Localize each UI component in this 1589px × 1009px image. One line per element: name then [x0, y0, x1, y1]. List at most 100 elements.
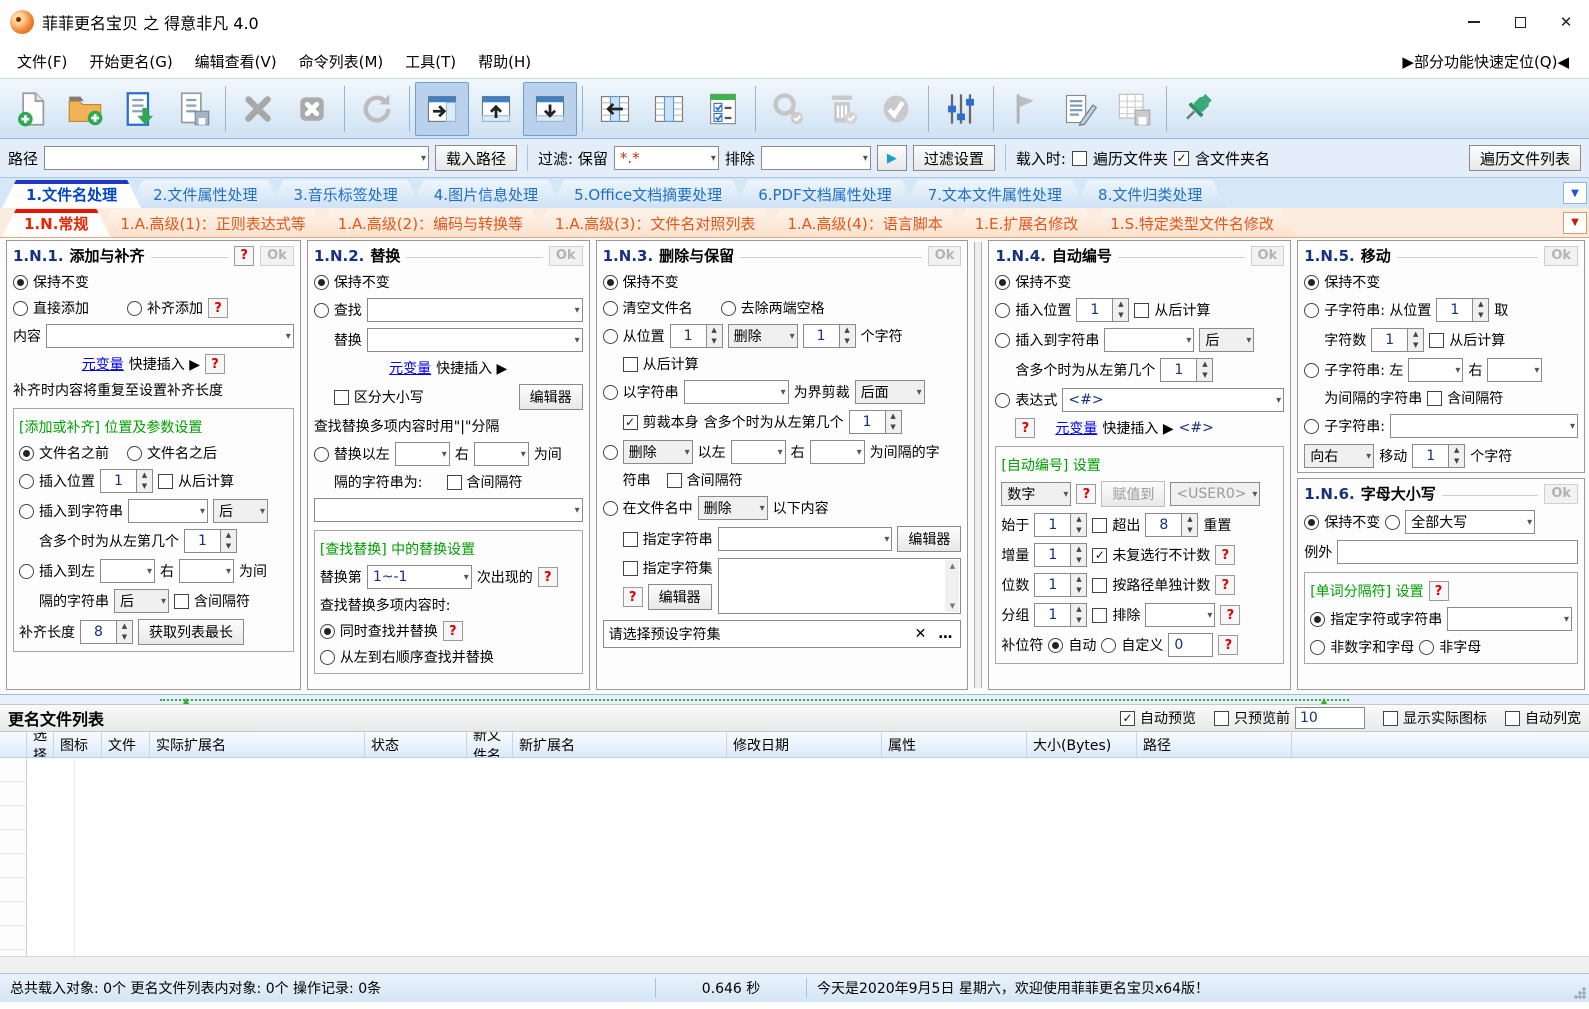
nth-occurrence-stepper[interactable]: 1 ▲ ▼ — [1160, 358, 1214, 382]
column-header[interactable]: 实际扩展名 — [150, 732, 365, 757]
table-save-button[interactable] — [1107, 82, 1161, 136]
right-sep-combobox[interactable]: ▾ — [179, 559, 234, 583]
column-header[interactable]: 新扩展名 — [513, 732, 727, 757]
include-separator-checkbox[interactable] — [1427, 390, 1443, 406]
nth-combobox[interactable]: 1~-1 ▾ — [366, 565, 472, 589]
count-from-end-checkbox[interactable] — [1134, 302, 1150, 318]
position-stepper[interactable]: 1 ▲ ▼ — [100, 469, 153, 493]
insert-at-string-radio[interactable] — [19, 503, 34, 519]
find-combobox[interactable]: ▾ — [366, 298, 583, 322]
substring-between-radio[interactable] — [1304, 362, 1320, 378]
string-combobox[interactable]: ▾ — [1104, 328, 1195, 352]
quick-locate-menu[interactable]: ▶部分功能快速定位(Q)◀ — [1402, 51, 1583, 72]
column-header[interactable]: 新文件名 — [467, 732, 513, 757]
panel-right-toggle[interactable] — [415, 81, 469, 136]
keep-unchanged-radio[interactable] — [995, 274, 1011, 290]
ok-button[interactable]: Ok — [548, 245, 583, 266]
add-file-button[interactable] — [4, 82, 58, 136]
search-confirm-button[interactable] — [761, 82, 815, 136]
after-name-radio[interactable] — [127, 445, 142, 461]
meta-variable-link[interactable]: 元变量 — [1055, 418, 1097, 438]
left-sep-combobox[interactable]: ▾ — [394, 442, 450, 466]
load-list-button[interactable] — [112, 82, 166, 136]
column-header[interactable]: 大小(Bytes) — [1027, 732, 1137, 757]
between-value-combobox[interactable]: ▾ — [313, 498, 583, 522]
vertical-splitter[interactable] — [974, 242, 983, 688]
trim-spaces-radio[interactable] — [720, 300, 736, 316]
include-folder-name-checkbox[interactable] — [1173, 150, 1189, 166]
count-from-end-checkbox[interactable] — [622, 356, 638, 372]
exclude-checkbox[interactable] — [1092, 607, 1108, 623]
tab-item[interactable]: 1.E.扩展名修改 — [953, 209, 1101, 237]
char-count-stepper[interactable]: 1 ▲ ▼ — [1371, 328, 1425, 352]
editor-button[interactable]: 编辑器 — [897, 526, 962, 552]
tab-item[interactable]: 2.文件属性处理 — [129, 180, 281, 208]
right-sep-combobox[interactable]: ▾ — [1487, 358, 1543, 382]
non-alnum-radio[interactable] — [1310, 639, 1326, 655]
left-sep-combobox[interactable]: ▾ — [1408, 358, 1464, 382]
help-button[interactable]: ? — [537, 567, 558, 587]
non-alpha-radio[interactable] — [1419, 639, 1435, 655]
include-separator-checkbox[interactable] — [446, 474, 462, 490]
resize-grip[interactable] — [1574, 987, 1586, 999]
flag-button[interactable] — [999, 82, 1053, 136]
ok-button[interactable]: Ok — [1544, 483, 1579, 504]
auto-pad-radio[interactable] — [1048, 637, 1064, 653]
keep-unchanged-radio[interactable] — [1304, 274, 1320, 290]
case-sensitive-checkbox[interactable] — [333, 389, 349, 405]
left-sep-combobox[interactable]: ▾ — [730, 440, 786, 464]
specify-string-checkbox[interactable] — [622, 531, 638, 547]
expression-radio[interactable] — [995, 392, 1011, 408]
right-sep-combobox[interactable]: ▾ — [473, 442, 529, 466]
remove-button[interactable] — [231, 82, 285, 136]
left-sep-combobox[interactable]: ▾ — [100, 559, 155, 583]
editor-button[interactable]: 编辑器 — [518, 384, 583, 410]
cut-self-checkbox[interactable] — [622, 414, 638, 430]
insert-at-string-radio[interactable] — [995, 332, 1011, 348]
save-list-button[interactable] — [166, 82, 220, 136]
auto-preview-checkbox[interactable] — [1120, 710, 1135, 726]
tab-item[interactable]: 3.音乐标签处理 — [269, 180, 421, 208]
column-header[interactable]: 选择 — [27, 732, 54, 757]
keep-unchanged-radio[interactable] — [313, 274, 329, 290]
assign-to-button[interactable]: 赋值到 — [1101, 481, 1166, 507]
column-header[interactable]: 路径 — [1137, 732, 1292, 757]
traverse-folders-checkbox[interactable] — [1071, 150, 1087, 166]
load-path-button[interactable]: 载入路径 — [435, 145, 518, 171]
help-button[interactable]: ? — [1428, 581, 1449, 601]
string-combobox[interactable]: ▾ — [128, 499, 208, 523]
custom-pad-radio[interactable] — [1101, 637, 1117, 653]
column-header[interactable]: 修改日期 — [727, 732, 882, 757]
delete-mode2-combobox[interactable]: 删除 ▾ — [622, 440, 693, 464]
start-stepper[interactable]: 1 ▲ ▼ — [1034, 513, 1088, 537]
add-folder-button[interactable] — [58, 82, 112, 136]
menu-item[interactable]: 帮助(H) — [467, 49, 542, 75]
position-stepper[interactable]: 1 ▲ ▼ — [669, 324, 723, 348]
exceed-checkbox[interactable] — [1092, 517, 1108, 533]
include-separator-checkbox[interactable] — [666, 472, 682, 488]
preview-first-checkbox[interactable] — [1214, 710, 1229, 726]
trash-confirm-button[interactable] — [815, 82, 869, 136]
delete-between-radio[interactable] — [602, 444, 618, 460]
apply-filter-icon[interactable]: ▶ — [876, 145, 907, 171]
maximize-button[interactable] — [1497, 0, 1543, 44]
insert-between-radio[interactable] — [19, 563, 34, 579]
separator-combobox[interactable]: ▾ — [1447, 607, 1573, 631]
help-button[interactable]: ? — [1215, 545, 1236, 565]
splitter-collapse-icon[interactable]: ▲ — [1321, 696, 1327, 705]
tab-item[interactable]: 1.A.高级(4)：语言脚本 — [765, 209, 964, 237]
boundary-string-combobox[interactable]: ▾ — [683, 380, 789, 404]
column-move-left-button[interactable] — [588, 82, 642, 136]
exception-input[interactable] — [1337, 540, 1579, 564]
meta-variable-link[interactable]: 元变量 — [82, 354, 124, 374]
delete-mode-combobox[interactable]: 删除 ▾ — [727, 324, 798, 348]
cut-side-combobox[interactable]: 后面 ▾ — [854, 380, 925, 404]
panel-up-toggle[interactable] — [469, 82, 523, 136]
tab-item[interactable]: 1.A.高级(3)：文件名对照列表 — [533, 209, 777, 237]
specified-string-combobox[interactable]: ▾ — [717, 527, 893, 551]
charset-textarea[interactable]: ▲ ▼ — [717, 558, 962, 614]
column-header[interactable]: 实际文件名 — [102, 732, 150, 757]
menu-item[interactable]: 文件(F) — [6, 49, 78, 75]
menu-item[interactable]: 工具(T) — [394, 49, 467, 75]
tab-item[interactable]: 1.文件名处理 — [2, 180, 141, 208]
